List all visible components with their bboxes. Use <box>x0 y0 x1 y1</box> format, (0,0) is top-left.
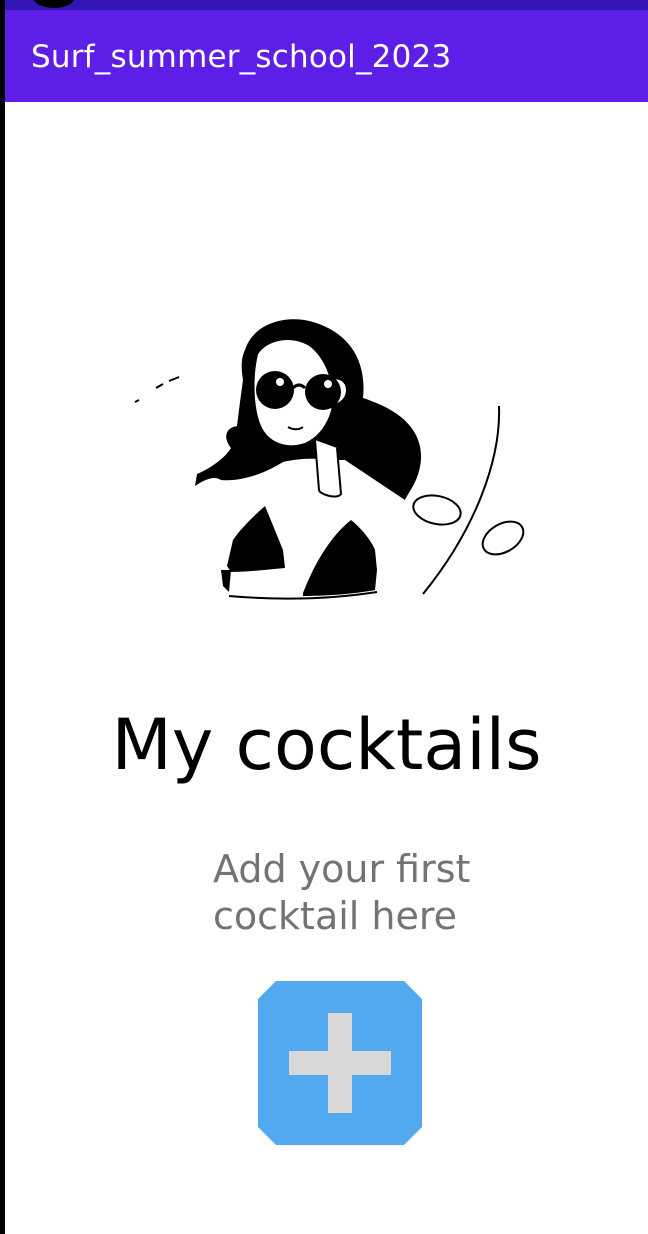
status-camera-icon <box>33 0 75 8</box>
add-cocktail-button[interactable] <box>258 981 422 1145</box>
plus-icon <box>287 1010 393 1116</box>
app-screen: Surf_summer_school_2023 My cocktails Add… <box>5 0 648 1234</box>
app-bar: Surf_summer_school_2023 <box>5 10 648 102</box>
status-bar <box>5 0 648 10</box>
woman-with-sunglasses-illustration-icon <box>134 319 525 600</box>
empty-state-title: My cocktails <box>111 704 542 786</box>
empty-state-subtitle-line2: cocktail here <box>213 894 458 938</box>
app-title: Surf_summer_school_2023 <box>31 39 452 75</box>
empty-state-subtitle-line1: Add your first <box>213 847 471 891</box>
empty-state-subtitle: Add your first cocktail here <box>213 846 513 940</box>
plus-icon-horizontal <box>289 1051 391 1075</box>
